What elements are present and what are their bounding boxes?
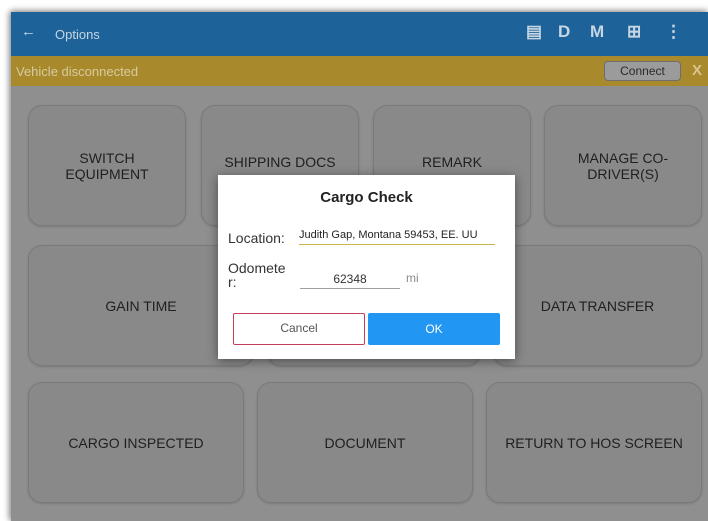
gain-time-label: GAIN TIME — [105, 297, 177, 314]
connect-button[interactable]: Connect — [604, 61, 681, 81]
close-banner-button[interactable]: X — [692, 62, 702, 79]
switch-equipment-label: SWITCH EQUIPMENT — [65, 149, 149, 182]
overflow-menu-icon[interactable]: ⋮ — [665, 22, 682, 42]
connection-status-text: Vehicle disconnected — [16, 64, 139, 79]
back-arrow-icon[interactable]: ← — [21, 23, 36, 40]
odometer-field[interactable]: 62348 — [300, 272, 400, 289]
odometer-label: Odomete r: — [228, 260, 286, 290]
manage-codriver-button[interactable]: MANAGE CO-DRIVER(S) — [544, 105, 702, 226]
cargo-inspected-button[interactable]: CARGO INSPECTED — [28, 382, 244, 503]
data-transfer-label: DATA TRANSFER — [540, 297, 655, 314]
document-label: DOCUMENT — [324, 434, 406, 451]
d-button[interactable]: D — [558, 22, 570, 42]
page-title: Options — [55, 27, 100, 42]
cargo-check-dialog: Cargo Check Location: Judith Gap, Montan… — [218, 175, 515, 359]
manage-codriver-label: MANAGE CO-DRIVER(S) — [577, 149, 669, 182]
location-label: Location: — [228, 230, 285, 246]
dialog-title: Cargo Check — [320, 189, 413, 206]
download-icon[interactable]: ⊞ — [627, 22, 641, 42]
data-transfer-button[interactable]: DATA TRANSFER — [493, 245, 702, 366]
connection-banner: Vehicle disconnected Connect X — [11, 56, 708, 86]
cancel-button[interactable]: Cancel — [233, 313, 365, 345]
ok-button[interactable]: OK — [368, 313, 500, 345]
message-icon[interactable]: ▤ — [526, 22, 542, 42]
document-button[interactable]: DOCUMENT — [257, 382, 473, 503]
app-bar: ← Options ▤ D M ⊞ ⋮ — [11, 12, 708, 56]
return-hos-button[interactable]: RETURN TO HOS SCREEN — [486, 382, 702, 503]
switch-equipment-button[interactable]: SWITCH EQUIPMENT — [28, 105, 186, 226]
return-hos-label: RETURN TO HOS SCREEN — [505, 434, 683, 451]
remark-label: REMARK — [422, 153, 482, 170]
cargo-inspected-label: CARGO INSPECTED — [68, 434, 204, 451]
location-field[interactable]: Judith Gap, Montana 59453, EE. UU — [299, 229, 495, 245]
m-button[interactable]: M — [590, 22, 604, 42]
shipping-docs-label: SHIPPING DOCS — [224, 153, 336, 170]
odometer-unit: mi — [406, 271, 419, 285]
